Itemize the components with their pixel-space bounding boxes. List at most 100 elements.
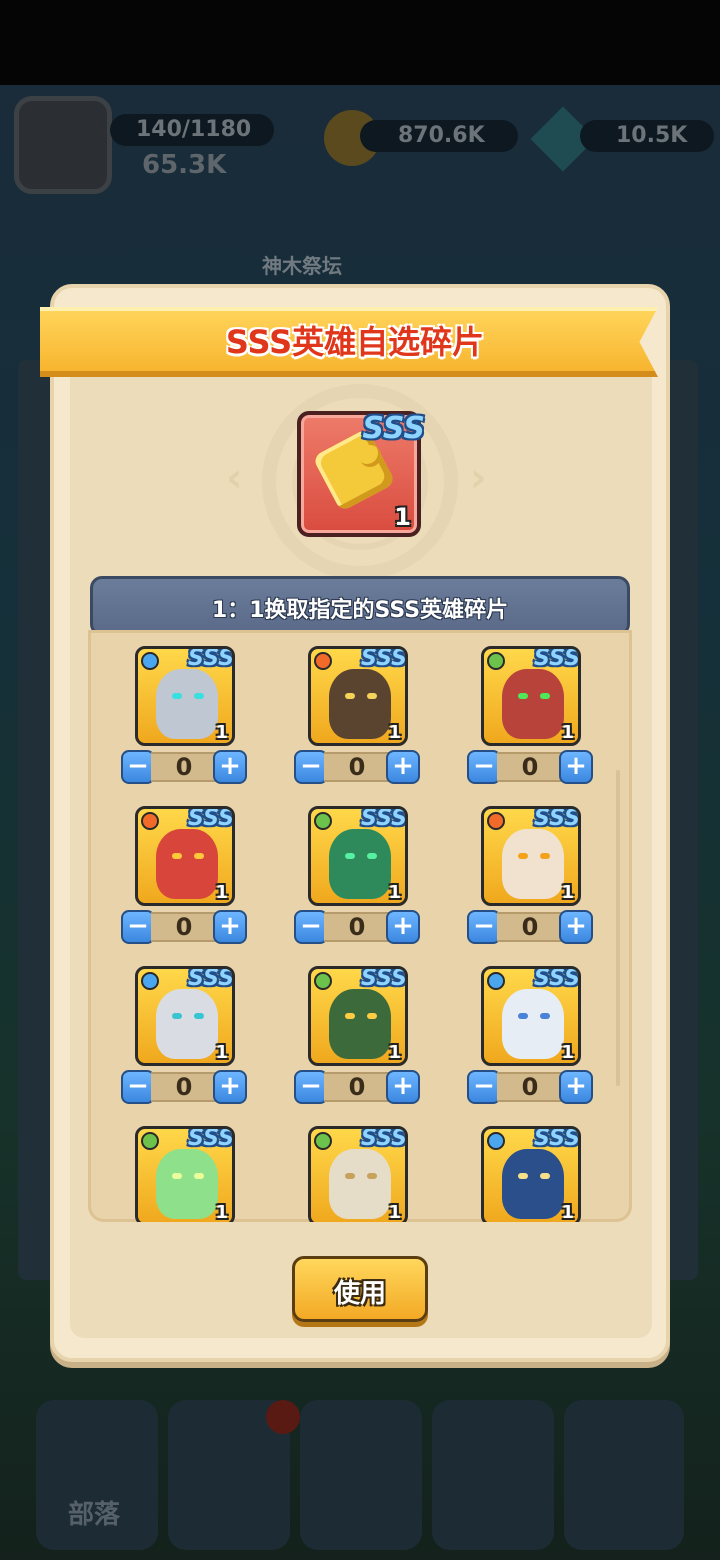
- leaf-element-icon: [314, 972, 332, 990]
- hero-card[interactable]: SSS1−0+: [294, 646, 434, 796]
- quantity-value: 0: [497, 912, 563, 942]
- fragment-count: 1: [215, 1042, 228, 1063]
- rarity-badge: SSS: [188, 646, 234, 671]
- hero-portrait[interactable]: SSS 1: [308, 966, 408, 1066]
- hero-eye: [518, 853, 528, 859]
- hero-eye: [172, 1013, 182, 1019]
- fragment-count: 1: [388, 1202, 401, 1222]
- increase-button[interactable]: +: [386, 1070, 420, 1104]
- quantity-value: 0: [324, 1072, 390, 1102]
- status-bar: [0, 0, 720, 85]
- increase-button[interactable]: +: [559, 1070, 593, 1104]
- fragment-item-icon: SSS 1: [297, 411, 425, 537]
- hero-eye: [540, 1173, 550, 1179]
- rarity-badge: SSS: [188, 1126, 234, 1151]
- hero-card[interactable]: SSS1−0+: [467, 966, 607, 1116]
- hero-card[interactable]: SSS1 −0+: [467, 806, 607, 956]
- decrease-button[interactable]: −: [121, 910, 155, 944]
- gold-amount: 870.6K: [360, 120, 518, 152]
- hero-card[interactable]: SSS1−0+: [467, 646, 607, 796]
- decrease-button[interactable]: −: [467, 1070, 501, 1104]
- increase-button[interactable]: +: [213, 1070, 247, 1104]
- rarity-badge: SSS: [361, 966, 407, 991]
- hero-portrait[interactable]: SSS 1: [308, 806, 408, 906]
- rarity-badge: SSS: [534, 646, 580, 671]
- ray-left-icon: ‹: [226, 455, 243, 501]
- gem-amount: 10.5K: [580, 120, 714, 152]
- nav-tab-battle: [300, 1400, 422, 1550]
- quantity-stepper: −0 +: [121, 1070, 247, 1104]
- water-element-icon: [141, 652, 159, 670]
- fire-element-icon: [487, 812, 505, 830]
- decrease-button[interactable]: −: [467, 750, 501, 784]
- increase-button[interactable]: +: [559, 750, 593, 784]
- water-element-icon: [487, 1132, 505, 1150]
- level-progress: 140/1180: [110, 114, 274, 146]
- hero-eye: [194, 693, 204, 699]
- hero-portrait[interactable]: SSS 1: [135, 806, 235, 906]
- hero-eye: [518, 1013, 528, 1019]
- hero-portrait[interactable]: SSS 1: [481, 806, 581, 906]
- hero-portrait[interactable]: SSS 1: [481, 1126, 581, 1222]
- player-avatar: [14, 96, 112, 194]
- hero-portrait[interactable]: SSS 1: [308, 646, 408, 746]
- fragment-count: 1: [215, 1202, 228, 1222]
- hero-card[interactable]: SSS1 −0+: [294, 806, 434, 956]
- hero-eye: [367, 1013, 377, 1019]
- decrease-button[interactable]: −: [467, 910, 501, 944]
- hero-card[interactable]: SSS1 −0+: [121, 806, 261, 956]
- hero-eye: [172, 693, 182, 699]
- hero-face: [329, 1149, 391, 1219]
- fire-element-icon: [141, 812, 159, 830]
- hero-portrait[interactable]: SSS 1: [481, 966, 581, 1066]
- increase-button[interactable]: +: [386, 910, 420, 944]
- nav-tab-label: 部落: [68, 1500, 121, 1530]
- rarity-badge: SSS: [534, 806, 580, 831]
- quantity-stepper: −0 +: [467, 910, 593, 944]
- use-button[interactable]: 使用: [292, 1256, 428, 1322]
- power-value: 65.3K: [142, 150, 227, 180]
- quantity-stepper: −0 +: [294, 910, 420, 944]
- hero-portrait[interactable]: SSS 1: [135, 646, 235, 746]
- hero-eye: [367, 1173, 377, 1179]
- rarity-badge: SSS: [361, 646, 407, 671]
- rarity-badge: SSS: [188, 806, 234, 831]
- hero-eye: [345, 1173, 355, 1179]
- notification-dot-icon: [266, 1400, 300, 1434]
- hero-list[interactable]: SSS 1−0 + SSS 1−0 + SSS 1−0 + SSS 1−0 + SSS 1−0 + SSS 1−…: [88, 630, 632, 1222]
- hero-card[interactable]: SSS1 −0+: [121, 966, 261, 1116]
- decrease-button[interactable]: −: [294, 1070, 328, 1104]
- hero-card[interactable]: SSS1−0+: [467, 1126, 607, 1222]
- hero-portrait[interactable]: SSS 1: [135, 1126, 235, 1222]
- hero-portrait[interactable]: SSS 1: [135, 966, 235, 1066]
- location-sign: 神木祭坛: [262, 254, 342, 278]
- hero-eye: [367, 853, 377, 859]
- increase-button[interactable]: +: [386, 750, 420, 784]
- fragment-count: 1: [388, 882, 401, 903]
- hero-card[interactable]: SSS1−0+: [294, 1126, 434, 1222]
- increase-button[interactable]: +: [213, 910, 247, 944]
- hero-card[interactable]: SSS1 −0+: [121, 646, 261, 796]
- rarity-badge: SSS: [362, 411, 425, 446]
- hero-portrait[interactable]: SSS 1: [481, 646, 581, 746]
- rarity-badge: SSS: [534, 966, 580, 991]
- quantity-stepper: −0 +: [121, 750, 247, 784]
- leaf-element-icon: [141, 1132, 159, 1150]
- decrease-button[interactable]: −: [294, 750, 328, 784]
- decrease-button[interactable]: −: [121, 1070, 155, 1104]
- hero-face: [502, 829, 564, 899]
- hero-card[interactable]: SSS1 −0+: [294, 966, 434, 1116]
- decrease-button[interactable]: −: [121, 750, 155, 784]
- increase-button[interactable]: +: [559, 910, 593, 944]
- info-text: 1：1换取指定的SSS英雄碎片: [211, 598, 509, 623]
- increase-button[interactable]: +: [213, 750, 247, 784]
- hero-eye: [518, 1173, 528, 1179]
- nav-tab-trophy: [564, 1400, 684, 1550]
- quantity-stepper: −0 +: [121, 910, 247, 944]
- scrollbar[interactable]: [616, 770, 620, 1086]
- hero-eye: [518, 693, 528, 699]
- hero-portrait[interactable]: SSS 1: [308, 1126, 408, 1222]
- hero-card[interactable]: SSS1−0+: [121, 1126, 261, 1222]
- decrease-button[interactable]: −: [294, 910, 328, 944]
- quantity-value: 0: [151, 752, 217, 782]
